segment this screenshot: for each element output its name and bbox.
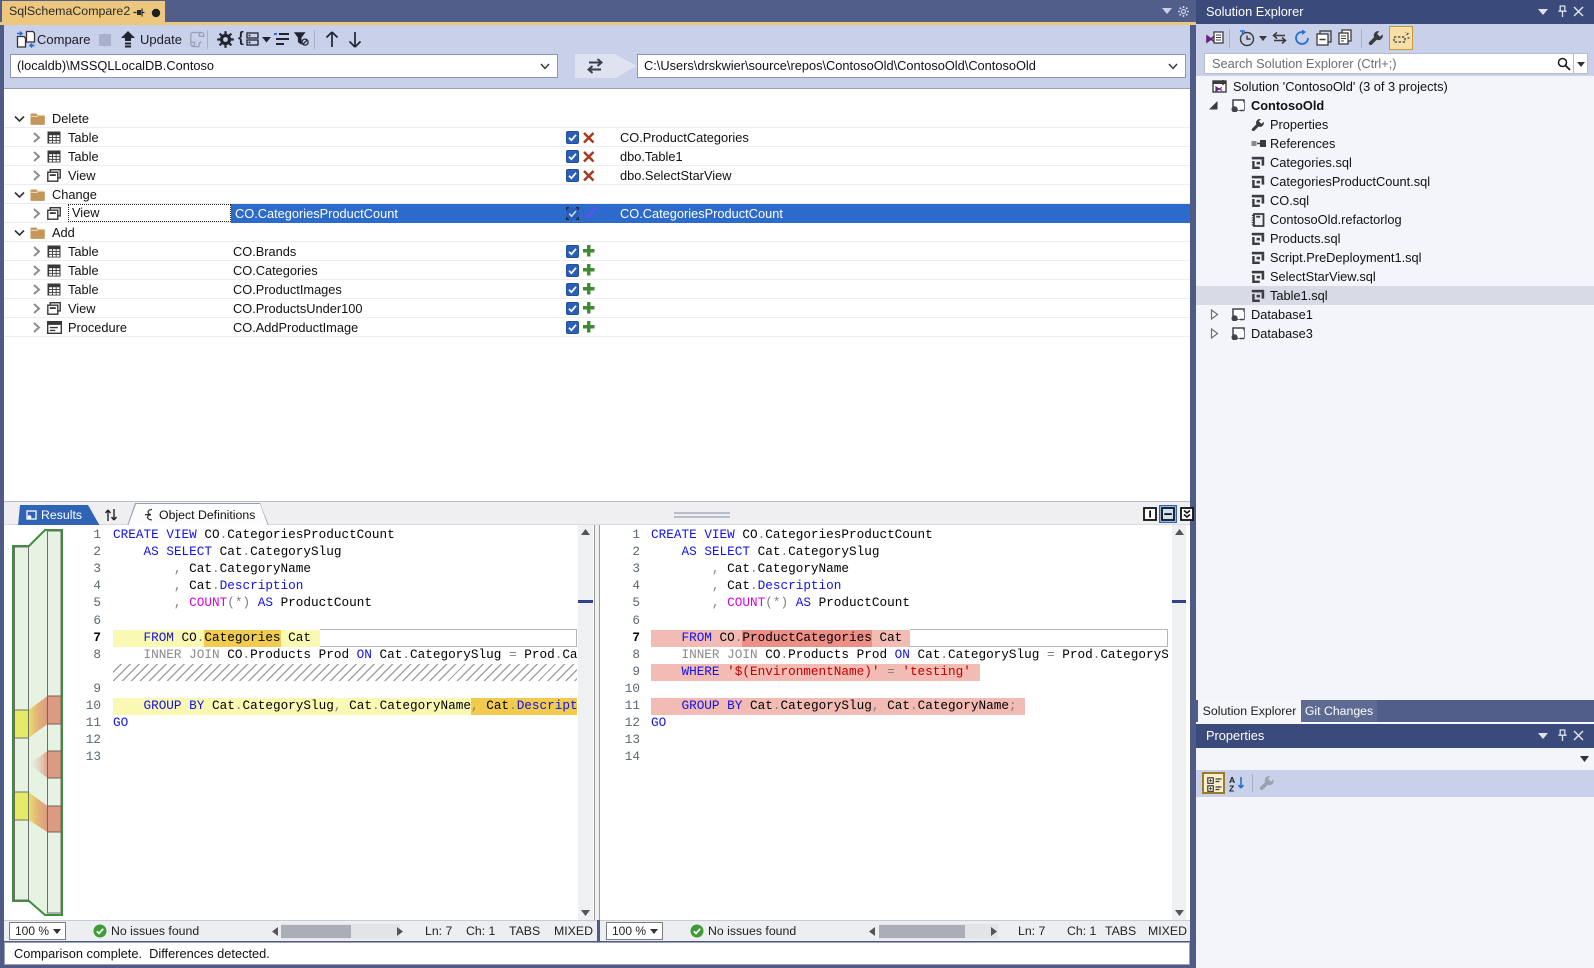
svg-text:Z: Z [1229, 784, 1234, 793]
